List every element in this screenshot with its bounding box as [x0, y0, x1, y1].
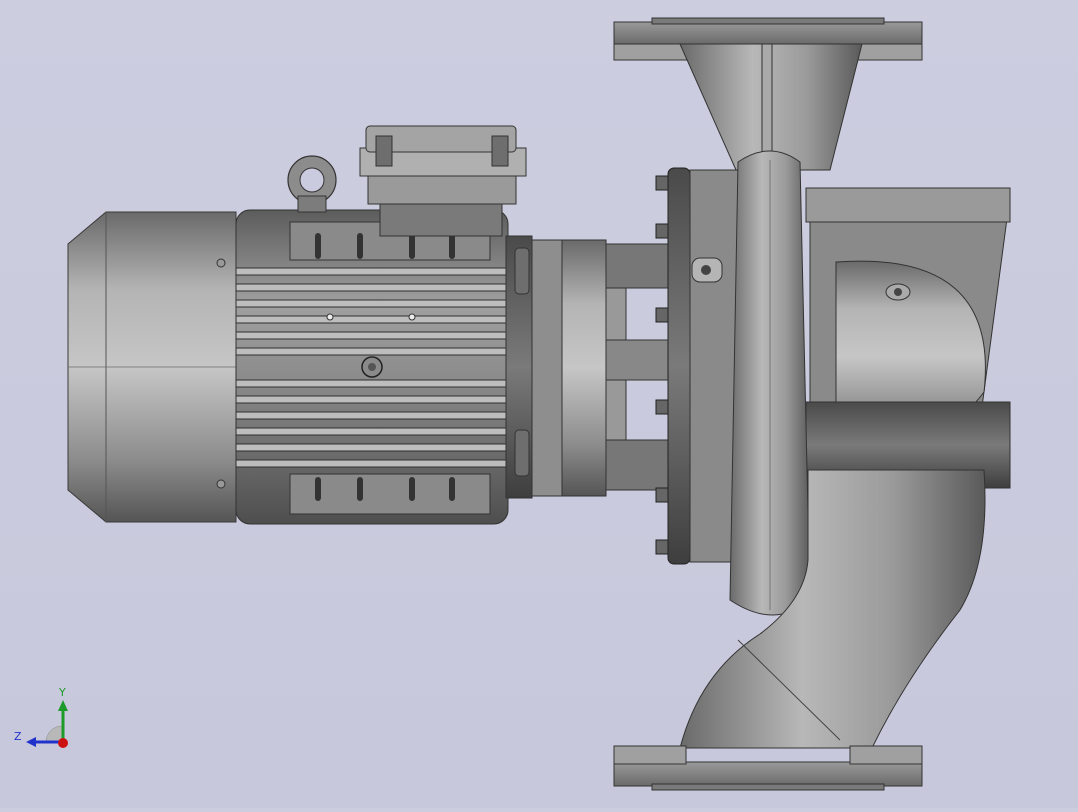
- y-axis-arrowhead: [58, 700, 68, 711]
- fan-cover[interactable]: [67, 211, 237, 523]
- y-axis-label: Y: [59, 686, 66, 699]
- x-axis-dot: [58, 738, 68, 748]
- motor-body[interactable]: [235, 209, 509, 525]
- bolt-ring[interactable]: [655, 167, 739, 565]
- z-axis-arrowhead: [26, 737, 36, 747]
- terminal-box[interactable]: [359, 125, 527, 237]
- z-axis-label: Z: [14, 730, 22, 743]
- pump-model[interactable]: [0, 0, 1078, 808]
- lantern-struts[interactable]: [605, 243, 669, 491]
- volute-casing[interactable]: [805, 187, 1011, 489]
- orientation-triad: Y Z: [10, 686, 80, 756]
- spiral-pipe[interactable]: [729, 150, 811, 616]
- lifting-eye[interactable]: [287, 155, 337, 213]
- graphics-viewport[interactable]: [0, 0, 1078, 808]
- motor-flange[interactable]: [505, 235, 607, 499]
